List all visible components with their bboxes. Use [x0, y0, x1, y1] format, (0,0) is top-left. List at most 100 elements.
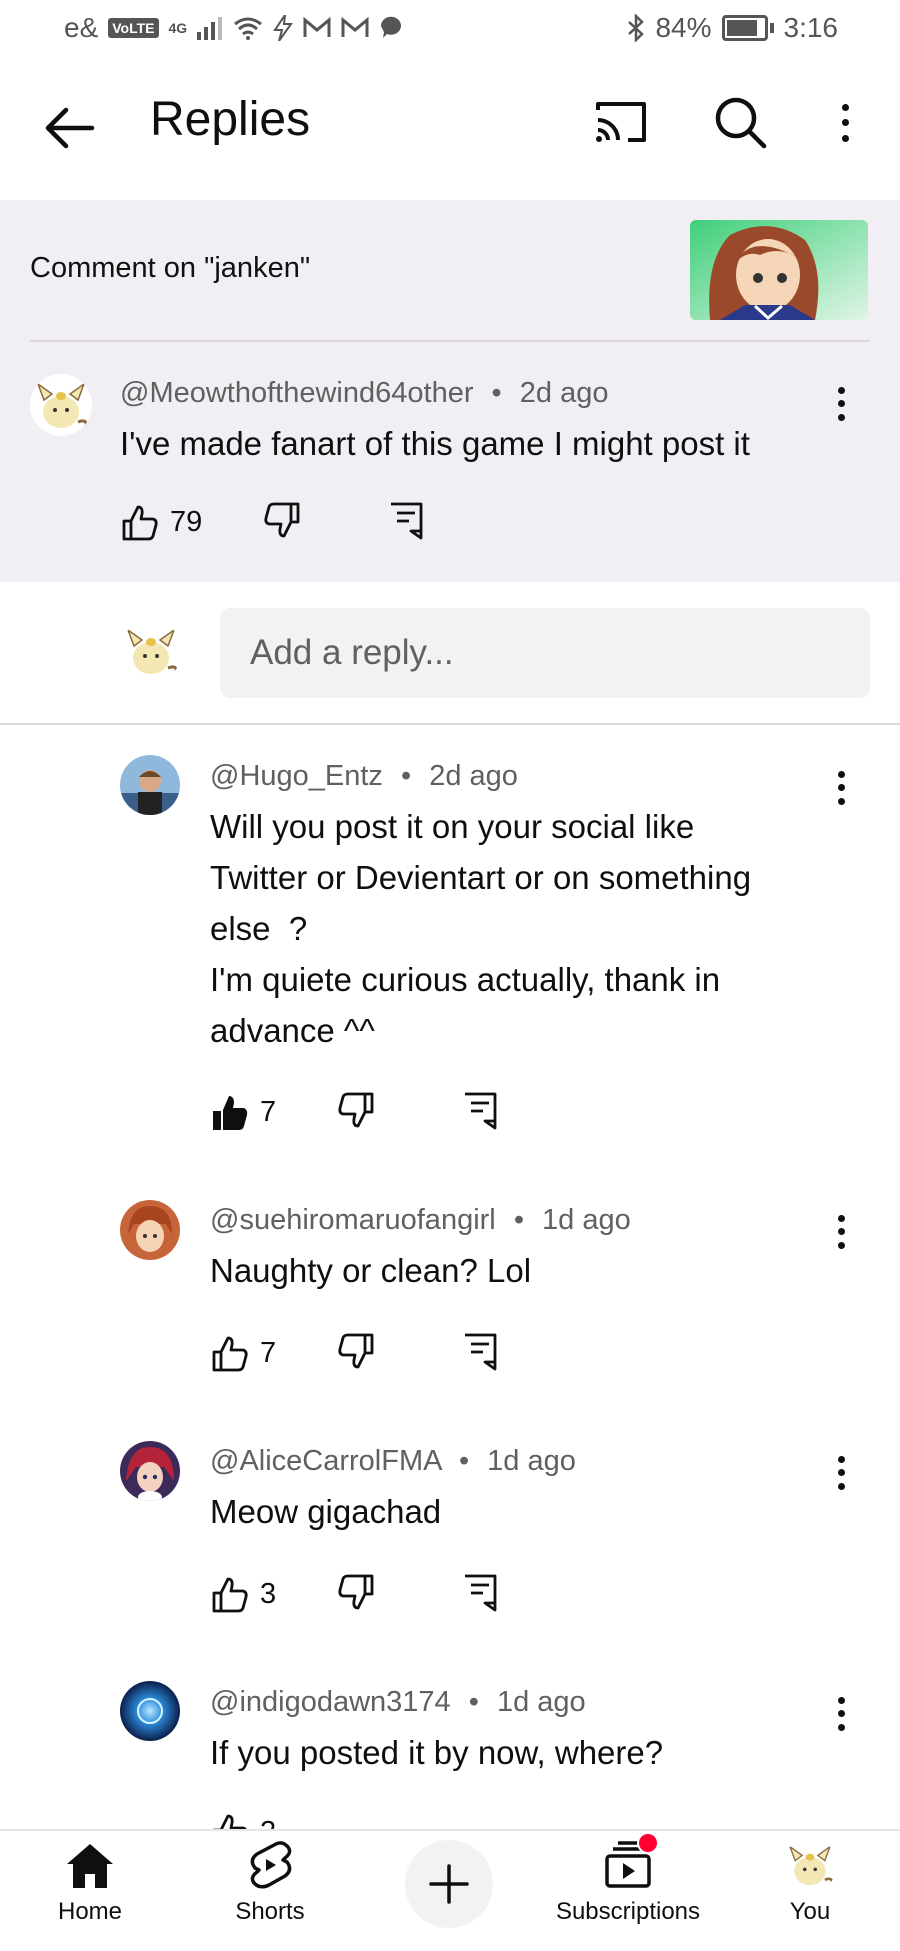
- meowth-avatar-image: [783, 1838, 837, 1892]
- reply-text-line: Naughty or clean? Lol: [210, 1252, 532, 1289]
- meowth-avatar-image: [120, 620, 182, 682]
- more-vert-icon: [837, 387, 845, 395]
- reply-text-line: Will you post it on your social like: [210, 808, 695, 845]
- clock: 3:16: [783, 12, 839, 43]
- more-vert-icon: [837, 1697, 845, 1705]
- reply-text-line: Twitter or Devientart or on something: [210, 859, 752, 896]
- reply-more-button[interactable]: [826, 1453, 856, 1493]
- more-vert-icon: [837, 771, 845, 779]
- reply-time: 2d ago: [429, 760, 518, 792]
- avatar[interactable]: [120, 1681, 180, 1741]
- suehiro-avatar-image: [120, 1200, 180, 1260]
- like-button[interactable]: 79: [120, 503, 202, 543]
- nav-you[interactable]: You: [770, 1838, 850, 1926]
- like-button[interactable]: 3: [210, 1575, 276, 1615]
- reply-meta: @AliceCarrolFMA • 1d ago: [210, 1445, 576, 1478]
- back-arrow-icon: [45, 107, 95, 149]
- message-icon: [381, 16, 402, 38]
- nav-subscriptions[interactable]: Subscriptions: [548, 1832, 708, 1926]
- more-vert-icon: [837, 1456, 845, 1464]
- reply-comment-icon: [391, 502, 423, 540]
- reply-comment-icon: [465, 1333, 497, 1371]
- avatar[interactable]: [120, 1441, 180, 1501]
- comment-meta: @Meowthofthewind64other • 2d ago: [120, 377, 608, 410]
- bluetooth-icon: [628, 14, 645, 42]
- more-vert-icon: [837, 1215, 845, 1223]
- dislike-button[interactable]: [336, 1331, 376, 1376]
- create-button[interactable]: [405, 1840, 493, 1928]
- reply-actions: 7: [210, 1090, 498, 1135]
- thumbs-down-icon: [338, 1574, 374, 1610]
- comment-time: 2d ago: [519, 377, 609, 409]
- profile-avatar: [783, 1838, 837, 1892]
- avatar[interactable]: [120, 755, 180, 815]
- reply-button[interactable]: [388, 500, 424, 545]
- meta-dot: •: [458, 1445, 470, 1477]
- search-icon: [715, 97, 767, 149]
- dislike-button[interactable]: [262, 500, 302, 545]
- cast-icon: [596, 102, 646, 142]
- back-button[interactable]: [38, 96, 102, 160]
- nav-you-label: You: [789, 1898, 831, 1925]
- thumbs-up-icon: [212, 1577, 248, 1612]
- reply-button[interactable]: [462, 1331, 498, 1376]
- cast-button[interactable]: [588, 90, 652, 154]
- reply-author[interactable]: @suehiromaruofangirl: [210, 1204, 496, 1236]
- nav-home[interactable]: Home: [50, 1838, 130, 1926]
- reply-time: 1d ago: [496, 1686, 586, 1718]
- reply-actions: 7: [210, 1331, 498, 1376]
- thumbs-down-icon: [264, 502, 300, 538]
- comment-more-button[interactable]: [826, 384, 856, 424]
- reply-more-button[interactable]: [826, 1212, 856, 1252]
- reply-text: Will you post it on your social like Twi…: [210, 801, 751, 1056]
- avatar[interactable]: [120, 1200, 180, 1260]
- video-thumbnail[interactable]: [690, 220, 868, 320]
- search-button[interactable]: [708, 90, 772, 154]
- comment-author[interactable]: @Meowthofthewind64other: [120, 377, 473, 409]
- reply-comment-icon: [465, 1574, 497, 1612]
- flash-charge-icon: [273, 15, 294, 41]
- meta-dot: •: [491, 377, 502, 409]
- reply-text: If you posted it by now, where?: [210, 1727, 663, 1778]
- dislike-button[interactable]: [336, 1090, 376, 1135]
- reply-button[interactable]: [462, 1572, 498, 1617]
- wifi-icon: [234, 17, 263, 40]
- plus-icon: [429, 1864, 469, 1904]
- reply-actions: 3: [210, 1572, 498, 1617]
- reply-comment-icon: [465, 1092, 497, 1130]
- subscriptions-icon-wrap: [601, 1832, 659, 1892]
- reply-time: 1d ago: [487, 1445, 576, 1477]
- reply-more-button[interactable]: [826, 1694, 856, 1734]
- thumbs-up-icon: [122, 505, 158, 540]
- nav-shorts-label: Shorts: [235, 1898, 305, 1925]
- reply-author[interactable]: @indigodawn3174: [210, 1686, 451, 1718]
- gmail-icon-2: [341, 17, 369, 37]
- reply-author[interactable]: @AliceCarrolFMA: [210, 1445, 441, 1477]
- like-button[interactable]: 7: [210, 1334, 276, 1374]
- reply-more-button[interactable]: [826, 768, 856, 808]
- home-icon: [67, 1844, 113, 1888]
- nav-subscriptions-label: Subscriptions: [555, 1898, 701, 1925]
- header-divider: [30, 340, 870, 342]
- reply-meta: @indigodawn3174 • 1d ago: [210, 1686, 586, 1719]
- carrier-label: e&: [64, 12, 99, 43]
- dislike-button[interactable]: [336, 1572, 376, 1617]
- gmail-icon: [303, 17, 331, 37]
- more-options-button[interactable]: [830, 100, 860, 146]
- add-reply-input[interactable]: [220, 608, 870, 698]
- reply-text-line: advance ^^: [210, 1012, 375, 1049]
- status-right: 84% 3:16: [627, 12, 838, 44]
- reply-button[interactable]: [462, 1090, 498, 1135]
- battery-percent: 84%: [655, 12, 712, 43]
- nav-shorts[interactable]: Shorts: [230, 1838, 310, 1926]
- page-title: Replies: [150, 93, 311, 146]
- nav-home-label: Home: [57, 1898, 123, 1925]
- like-count: 79: [170, 506, 203, 538]
- like-button[interactable]: 7: [210, 1093, 276, 1133]
- status-bar: e& VoLTE 4G 84% 3:16: [0, 0, 900, 62]
- like-count: 7: [260, 1096, 277, 1128]
- thumbs-down-icon: [338, 1333, 374, 1369]
- reply-author[interactable]: @Hugo_Entz: [210, 760, 383, 792]
- avatar[interactable]: [30, 374, 92, 436]
- comment-context-label: Comment on "janken": [30, 252, 311, 284]
